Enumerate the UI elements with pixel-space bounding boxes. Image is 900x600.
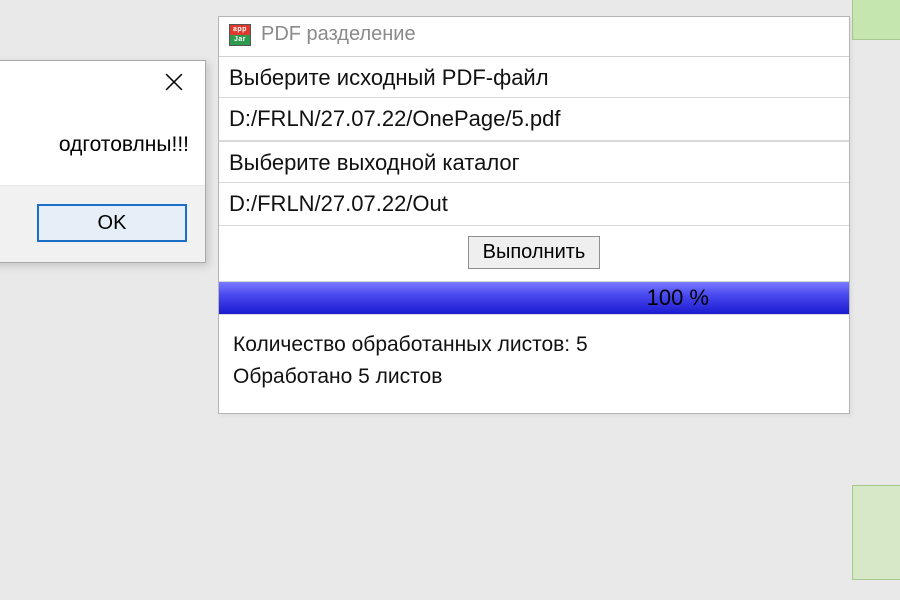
run-button[interactable]: Выполнить <box>468 236 601 269</box>
appjar-icon-bot-text: Jar <box>234 36 246 43</box>
status-count: Количество обработанных листов: 5 <box>233 333 835 357</box>
ok-button[interactable]: OK <box>37 204 187 242</box>
close-button[interactable] <box>153 67 195 97</box>
source-file-label: Выберите исходный PDF-файл <box>219 56 849 97</box>
dialog-footer: OK <box>0 185 205 262</box>
titlebar[interactable]: app Jar PDF разделение <box>219 17 849 56</box>
close-icon <box>165 73 183 91</box>
appjar-icon: app Jar <box>229 24 251 46</box>
background-accent-bottom <box>852 485 900 580</box>
status-done: Обработано 5 листов <box>233 365 835 389</box>
message-dialog: в одготовлны!!! OK <box>0 60 206 263</box>
status-block: Количество обработанных листов: 5 Обрабо… <box>219 315 849 413</box>
progress-text: 100 % <box>219 282 849 314</box>
progress-bar: 100 % <box>219 281 849 315</box>
output-dir-label: Выберите выходной каталог <box>219 141 849 182</box>
pdf-split-window: app Jar PDF разделение Выберите исходный… <box>218 16 850 414</box>
run-row: Выполнить <box>219 226 849 281</box>
dialog-titlebar[interactable]: в <box>0 61 205 107</box>
dialog-message: одготовлны!!! <box>0 107 205 185</box>
background-accent-top <box>852 0 900 40</box>
output-dir-input[interactable]: D:/FRLN/27.07.22/Out <box>219 182 849 226</box>
window-title: PDF разделение <box>261 23 416 46</box>
appjar-icon-top-text: app <box>233 26 247 33</box>
source-file-input[interactable]: D:/FRLN/27.07.22/OnePage/5.pdf <box>219 97 849 141</box>
